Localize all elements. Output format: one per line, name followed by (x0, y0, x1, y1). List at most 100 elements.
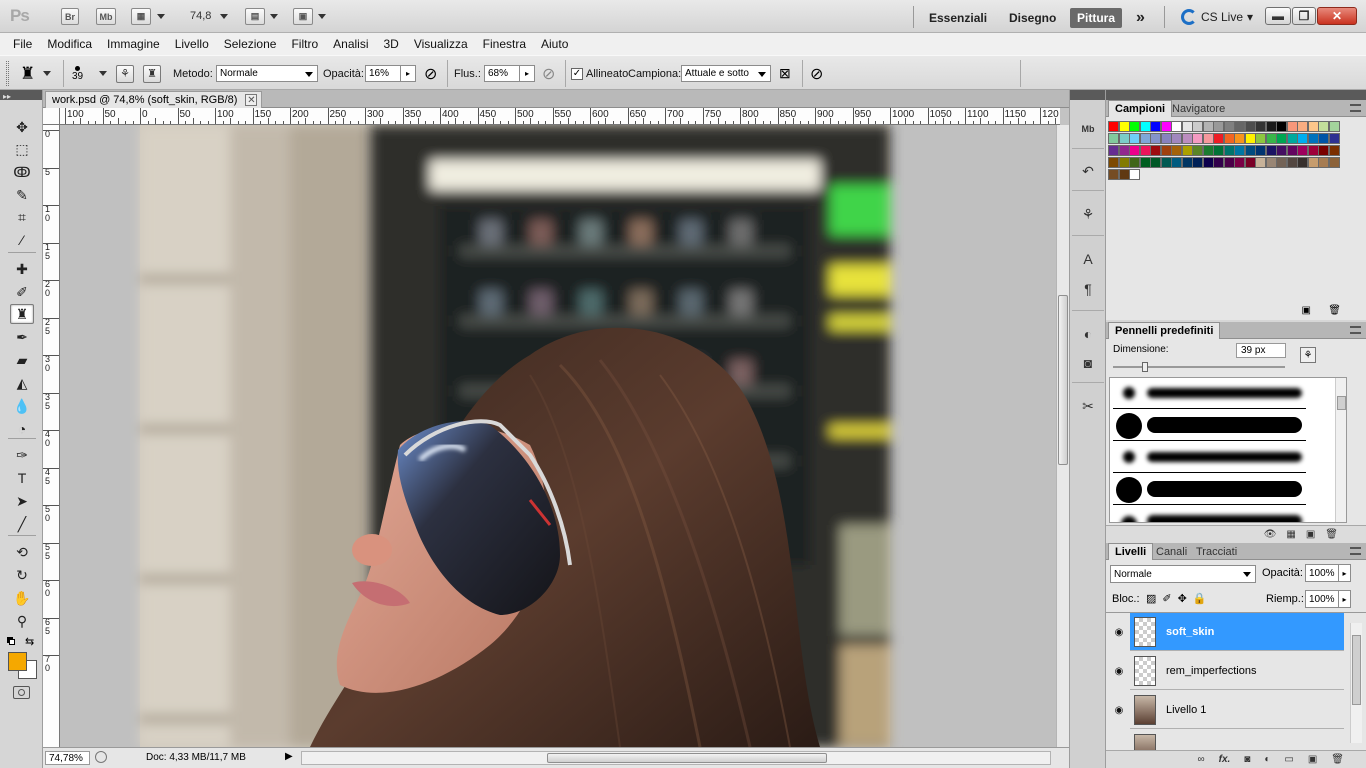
arrange-documents-icon[interactable]: ▤ (245, 8, 265, 25)
layer-row-soft-skin[interactable]: soft_skin (1130, 613, 1344, 651)
color-swatch[interactable] (1160, 133, 1172, 144)
lock-transparent-icon[interactable]: ▨ (1146, 592, 1156, 605)
color-swatch[interactable] (1244, 133, 1256, 144)
horizontal-scrollbar-thumb[interactable] (547, 753, 827, 763)
tool-presets-panel-icon[interactable]: ✂ (1076, 395, 1100, 417)
color-swatch[interactable] (1118, 121, 1130, 132)
color-swatch[interactable] (1255, 121, 1266, 132)
strip-header[interactable] (1070, 90, 1105, 100)
brush-preset-dropdown-icon[interactable] (99, 71, 107, 76)
lock-all-icon[interactable]: 🔒 (1193, 592, 1207, 605)
pressure-size-icon[interactable]: ⊘ (810, 56, 823, 91)
minimize-button[interactable]: ▬ (1265, 7, 1291, 25)
brush-list-scrollbar[interactable] (1335, 378, 1346, 522)
color-swatch[interactable] (1150, 121, 1161, 132)
layer-list-scrollbar-thumb[interactable] (1352, 635, 1361, 705)
layer-row-background[interactable] (1130, 730, 1344, 750)
color-swatch[interactable] (1234, 145, 1245, 156)
lock-position-icon[interactable]: ✥ (1178, 592, 1187, 605)
menu-analysis[interactable]: Analisi (333, 37, 368, 51)
color-swatch[interactable] (1150, 133, 1161, 144)
status-zoom-input[interactable]: 74,78% (45, 751, 90, 765)
color-swatch[interactable] (1192, 121, 1203, 132)
adjustment-layer-icon[interactable]: ◐ (1264, 754, 1270, 765)
fill-slider-toggle[interactable]: ▸ (1338, 590, 1351, 608)
color-swatch[interactable] (1171, 157, 1182, 168)
zoom-dropdown-icon[interactable] (220, 14, 228, 19)
adjustments-panel-icon[interactable]: ◐ (1076, 323, 1100, 345)
color-swatch[interactable] (1181, 121, 1193, 132)
lasso-tool[interactable]: ↂ (10, 162, 34, 182)
color-swatch[interactable] (1160, 157, 1172, 168)
color-swatch[interactable] (1223, 157, 1235, 168)
menu-window[interactable]: Finestra (483, 37, 526, 51)
opacity-slider-toggle[interactable]: ▸ (401, 65, 416, 82)
zoom-tool[interactable]: ⚲ (10, 611, 34, 631)
cs-live-button[interactable]: CS Live ▾ (1181, 9, 1253, 25)
vertical-ruler[interactable]: 0 5 10 15 20 25 30 35 40 45 50 55 60 65 70 (43, 125, 60, 747)
mini-bridge-button[interactable]: Mb (96, 8, 116, 25)
restore-button[interactable]: ❐ (1292, 7, 1316, 25)
brush-list-scrollbar-thumb[interactable] (1337, 396, 1346, 410)
3d-rotate-tool[interactable]: ⟲ (10, 542, 34, 562)
tool-preset-picker[interactable]: ♜ (20, 56, 52, 91)
color-swatch[interactable] (1192, 157, 1203, 168)
color-swatch[interactable] (1286, 121, 1298, 132)
color-swatch[interactable] (1213, 145, 1224, 156)
menu-3d[interactable]: 3D (384, 37, 399, 51)
panel-menu-icon[interactable] (1350, 547, 1361, 555)
vertical-scrollbar[interactable] (1056, 125, 1069, 747)
flow-input[interactable]: 68% (484, 65, 520, 82)
brush-preset-item[interactable] (1113, 474, 1306, 505)
menu-view[interactable]: Visualizza (414, 37, 468, 51)
menu-layer[interactable]: Livello (175, 37, 209, 51)
new-swatch-icon[interactable]: ▣ (1302, 305, 1311, 316)
menu-help[interactable]: Aiuto (541, 37, 568, 51)
color-swatch[interactable] (1265, 133, 1277, 144)
color-swatch[interactable] (1318, 145, 1329, 156)
color-swatch[interactable] (1328, 157, 1340, 168)
document-tab[interactable]: work.psd @ 74,8% (soft_skin, RGB/8) ✕ (45, 91, 263, 108)
color-swatch[interactable] (1234, 157, 1245, 168)
color-swatch[interactable] (1328, 121, 1340, 132)
color-swatch[interactable] (1307, 157, 1319, 168)
move-tool[interactable]: ✥ (10, 117, 34, 137)
mode-select[interactable]: Normale (216, 65, 318, 82)
color-swatch[interactable] (1150, 157, 1161, 168)
color-swatch[interactable] (1139, 133, 1151, 144)
quick-select-tool[interactable]: ✎ (10, 185, 34, 205)
color-swatch[interactable] (1255, 133, 1266, 144)
blur-tool[interactable]: 💧 (10, 396, 34, 416)
visibility-eye-icon[interactable]: ◉ (1112, 703, 1126, 717)
path-select-tool[interactable]: ➤ (10, 491, 34, 511)
color-swatch[interactable] (1181, 157, 1193, 168)
brush-preset-item[interactable] (1113, 442, 1306, 473)
mini-bridge-panel-icon[interactable]: Mb (1076, 118, 1100, 140)
color-swatch[interactable] (1171, 133, 1182, 144)
color-swatch[interactable] (1276, 157, 1287, 168)
layer-opacity-input[interactable]: 100% (1305, 564, 1339, 582)
canvas-area[interactable] (60, 125, 1060, 747)
layer-opacity-slider-toggle[interactable]: ▸ (1338, 564, 1351, 582)
tools-panel-header[interactable]: ▸▸ (0, 90, 42, 101)
color-swatch[interactable] (1255, 157, 1266, 168)
arrange-dropdown-icon[interactable] (270, 14, 278, 19)
color-swatch[interactable] (1265, 157, 1277, 168)
color-swatch[interactable] (1328, 133, 1340, 144)
color-swatch[interactable] (1213, 157, 1224, 168)
color-swatch[interactable] (1286, 133, 1298, 144)
workspace-painting-design[interactable]: Disegno (1009, 8, 1056, 28)
color-swatch[interactable] (1328, 145, 1340, 156)
color-swatch[interactable] (1129, 157, 1140, 168)
screen-mode-dropdown-icon[interactable] (318, 14, 326, 19)
color-swatch[interactable] (1108, 169, 1119, 180)
horizontal-ruler[interactable]: 100 50 0 50 100 150 200 250 300 350 400 450 500 550 60… (60, 108, 1060, 125)
color-swatch[interactable] (1171, 121, 1182, 132)
color-swatch[interactable] (1118, 133, 1130, 144)
3d-orbit-tool[interactable]: ↻ (10, 565, 34, 585)
eyedropper-tool[interactable]: ⁄ (10, 230, 34, 250)
color-swatch[interactable] (1297, 157, 1308, 168)
brush-panel-icon[interactable]: ⚘ (1076, 203, 1100, 225)
color-swatch[interactable] (1223, 121, 1235, 132)
brush-size-slider[interactable] (1113, 366, 1285, 368)
